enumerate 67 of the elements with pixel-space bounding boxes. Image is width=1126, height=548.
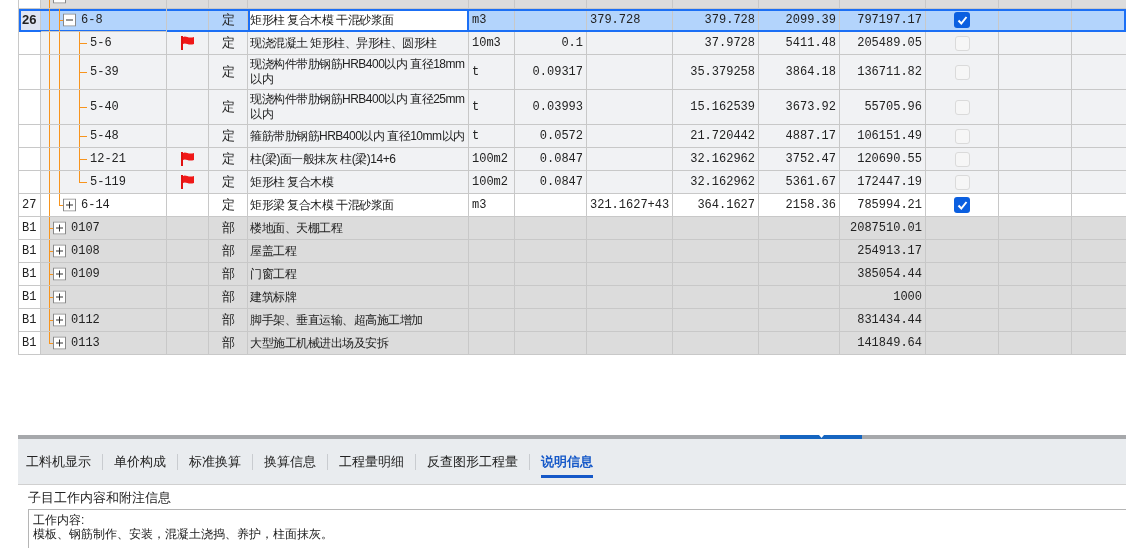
table-row[interactable]: B1 0108 部 屋盖工程 254913.17 bbox=[19, 240, 1126, 263]
item-code: 0113 bbox=[71, 335, 100, 352]
bottom-tab[interactable]: 标准换算 bbox=[189, 445, 241, 478]
table-row[interactable]: 26 6-8 定 矩形柱 复合木模 干混砂浆面 m3 379.728 379.728 2099.39 797197.17 bbox=[19, 9, 1126, 32]
checkbox[interactable] bbox=[954, 151, 970, 167]
row-number: 26 bbox=[19, 9, 41, 32]
row-number: B1 bbox=[19, 286, 41, 309]
table-row[interactable]: 5-48 定 箍筋带肋钢筋HRB400以内 直径10mm以内 t 0.0572 21.720442 4887.17 106151.49 bbox=[19, 125, 1126, 148]
table-row[interactable]: 5-6 定 现浇混凝土 矩形柱、异形柱、圆形柱 10m3 0.1 37.9728 5411.48 205489.05 bbox=[19, 32, 1126, 55]
row-number: 27 bbox=[19, 194, 41, 217]
item-code: 5-39 bbox=[90, 64, 119, 81]
table-row[interactable]: 12-21 定 柱(梁)面一般抹灰 柱(梁)14+6 100m2 0.0847 32.162962 3752.47 120690.55 bbox=[19, 148, 1126, 171]
expand-icon[interactable] bbox=[53, 267, 66, 281]
item-code: 5-48 bbox=[90, 128, 119, 145]
item-code: 6-14 bbox=[81, 197, 110, 214]
bottom-tab[interactable]: 工料机显示 bbox=[26, 445, 91, 478]
expand-icon[interactable] bbox=[63, 198, 76, 212]
table-row[interactable]: B1 0112 部 脚手架、垂直运输、超高施工增加 831434.44 bbox=[19, 309, 1126, 332]
expand-icon[interactable] bbox=[53, 336, 66, 350]
item-code: 0107 bbox=[71, 220, 100, 237]
item-code: 5-40 bbox=[90, 99, 119, 116]
table-row[interactable]: B1 0107 部 楼地面、天棚工程 2087510.01 bbox=[19, 217, 1126, 240]
item-code: 12-21 bbox=[90, 151, 126, 168]
detail-title: 子目工作内容和附注信息 bbox=[28, 489, 172, 507]
item-name: 大型施工机械进出场及安拆 bbox=[248, 332, 469, 355]
row-number: B1 bbox=[19, 309, 41, 332]
check-icon bbox=[956, 14, 968, 26]
table-row[interactable]: 27 6-14 定 矩形梁 复合木模 干混砂浆面 m3 321.1627+43 364.1627 2158.36 785994.21 bbox=[19, 194, 1126, 217]
checkbox[interactable] bbox=[954, 35, 970, 51]
item-code: 6-8 bbox=[81, 12, 103, 29]
work-content-text: 工作内容: 模板、钢筋制作、安装，混凝土浇捣、养护，柱面抹灰。 bbox=[33, 513, 334, 541]
work-content-field[interactable]: 工作内容: 模板、钢筋制作、安装，混凝土浇捣、养护，柱面抹灰。 bbox=[28, 509, 1126, 548]
item-code: 0109 bbox=[71, 266, 100, 283]
check-icon bbox=[956, 199, 968, 211]
checkbox[interactable] bbox=[954, 64, 970, 80]
table-row[interactable]: B1 0109 部 门窗工程 385054.44 bbox=[19, 263, 1126, 286]
table-row[interactable]: B1 0113 部 大型施工机械进出场及安拆 141849.64 bbox=[19, 332, 1126, 355]
item-code: 5-6 bbox=[90, 35, 112, 52]
expand-icon[interactable] bbox=[53, 244, 66, 258]
checkbox[interactable] bbox=[954, 197, 970, 213]
item-code: 0112 bbox=[71, 312, 100, 329]
bottom-tab[interactable]: 反查图形工程量 bbox=[427, 445, 518, 478]
item-code: 0108 bbox=[71, 243, 100, 260]
table-row[interactable]: B1 部 建筑标牌 1000 bbox=[19, 286, 1126, 309]
splitter-handle[interactable] bbox=[780, 435, 862, 439]
row-number: B1 bbox=[19, 263, 41, 286]
bottom-tab[interactable]: 工程量明细 bbox=[339, 445, 404, 478]
checkbox[interactable] bbox=[954, 174, 970, 190]
expand-icon[interactable] bbox=[53, 221, 66, 235]
item-type: 部 bbox=[209, 332, 248, 355]
total-price: 141849.64 bbox=[840, 332, 926, 355]
splitter-bar[interactable] bbox=[18, 435, 1126, 439]
bottom-tab[interactable]: 单价构成 bbox=[114, 445, 166, 478]
checkbox[interactable] bbox=[954, 99, 970, 115]
item-name: 矩形柱 复合木模 干混砂浆面 bbox=[248, 9, 469, 32]
table-row[interactable]: 5-119 定 矩形柱 复合木模 100m2 0.0847 32.162962 5361.67 172447.19 bbox=[19, 171, 1126, 194]
row-number: B1 bbox=[19, 332, 41, 355]
row-number: B1 bbox=[19, 217, 41, 240]
collapse-icon[interactable] bbox=[63, 13, 76, 27]
bottom-tab[interactable]: 换算信息 bbox=[264, 445, 316, 478]
checkbox[interactable] bbox=[954, 12, 970, 28]
expand-icon[interactable] bbox=[53, 290, 66, 304]
checkbox[interactable] bbox=[954, 128, 970, 144]
row-number: B1 bbox=[19, 240, 41, 263]
bottom-tab[interactable]: 说明信息 bbox=[541, 445, 593, 478]
expand-icon[interactable] bbox=[53, 313, 66, 327]
item-code: 5-119 bbox=[90, 174, 126, 191]
